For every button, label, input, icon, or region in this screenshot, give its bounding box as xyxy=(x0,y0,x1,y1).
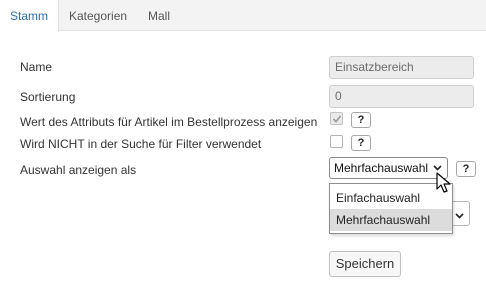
save-button[interactable]: Speichern xyxy=(329,251,401,277)
check-icon xyxy=(332,115,342,123)
tab-bar: Stamm Kategorien Mall xyxy=(0,0,486,32)
display-as-selected-value: Mehrfachauswahl xyxy=(334,161,429,175)
display-as-select[interactable]: Mehrfachauswahl xyxy=(329,157,448,179)
show-in-order-checkbox[interactable] xyxy=(330,112,343,125)
mouse-cursor-icon xyxy=(436,172,451,193)
sort-field[interactable]: 0 xyxy=(329,85,474,108)
tab-stamm[interactable]: Stamm xyxy=(0,0,59,32)
not-in-search-checkbox[interactable] xyxy=(330,135,343,148)
show-in-order-help-button[interactable]: ? xyxy=(351,112,371,128)
tab-kategorien[interactable]: Kategorien xyxy=(69,0,127,31)
display-as-help-button[interactable]: ? xyxy=(456,161,476,177)
name-label: Name xyxy=(20,60,53,74)
not-in-search-label: Wird NICHT in der Suche für Filter verwe… xyxy=(20,137,262,151)
display-as-label: Auswahl anzeigen als xyxy=(20,163,137,177)
option-mehrfachauswahl[interactable]: Mehrfachauswahl xyxy=(330,209,452,231)
sort-label: Sortierung xyxy=(20,90,76,104)
option-einfachauswahl[interactable]: Einfachauswahl xyxy=(330,187,452,209)
tab-mall[interactable]: Mall xyxy=(148,0,170,31)
display-as-dropdown: Einfachauswahl Mehrfachauswahl xyxy=(329,183,453,234)
chevron-down-icon xyxy=(455,213,464,219)
hidden-select[interactable] xyxy=(450,201,470,226)
show-in-order-label: Wert des Attributs für Artikel im Bestel… xyxy=(20,115,318,129)
name-field[interactable]: Einsatzbereich xyxy=(329,56,474,79)
not-in-search-help-button[interactable]: ? xyxy=(351,135,371,151)
